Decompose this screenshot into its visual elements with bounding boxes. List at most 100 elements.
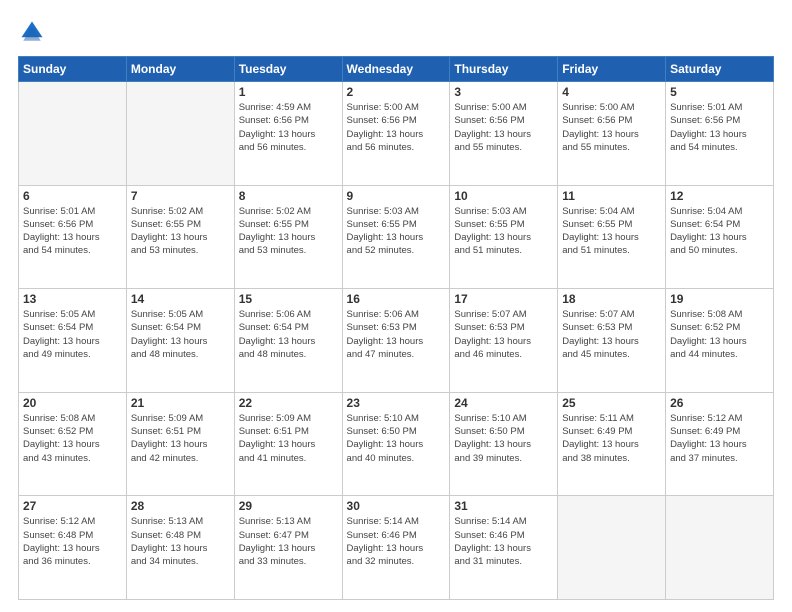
day-cell: 28Sunrise: 5:13 AM Sunset: 6:48 PM Dayli… bbox=[126, 496, 234, 600]
day-cell: 26Sunrise: 5:12 AM Sunset: 6:49 PM Dayli… bbox=[666, 392, 774, 496]
day-cell: 15 Sunrise: 5:06 AM Sunset: 6:54 PM Dayli… bbox=[234, 289, 342, 393]
day-cell: 13 Sunrise: 5:05 AM Sunset: 6:54 PM Dayli… bbox=[19, 289, 127, 393]
day-info: Sunrise: 5:14 AM Sunset: 6:46 PM Dayligh… bbox=[454, 515, 553, 568]
day-number: 17 bbox=[454, 292, 553, 306]
day-info: Sunrise: 5:04 AM Sunset: 6:55 PM Dayligh… bbox=[562, 205, 661, 258]
day-number: 10 bbox=[454, 189, 553, 203]
day-info: Sunrise: 5:04 AM Sunset: 6:54 PM Dayligh… bbox=[670, 205, 769, 258]
day-info: Sunrise: 5:00 AM Sunset: 6:56 PM Dayligh… bbox=[454, 101, 553, 154]
day-number: 23 bbox=[347, 396, 446, 410]
day-cell: 12 Sunrise: 5:04 AM Sunset: 6:54 PM Dayli… bbox=[666, 185, 774, 289]
day-number: 6 bbox=[23, 189, 122, 203]
day-cell: 4Sunrise: 5:00 AM Sunset: 6:56 PM Daylig… bbox=[558, 82, 666, 186]
logo bbox=[18, 18, 50, 46]
calendar-body: 1 Sunrise: 4:59 AM Sunset: 6:56 PM Daylig… bbox=[19, 82, 774, 600]
day-number: 12 bbox=[670, 189, 769, 203]
day-cell: 10Sunrise: 5:03 AM Sunset: 6:55 PM Dayli… bbox=[450, 185, 558, 289]
week-row-4: 20 Sunrise: 5:08 AM Sunset: 6:52 PM Dayli… bbox=[19, 392, 774, 496]
day-info: Sunrise: 5:06 AM Sunset: 6:54 PM Dayligh… bbox=[239, 308, 338, 361]
day-number: 11 bbox=[562, 189, 661, 203]
day-number: 14 bbox=[131, 292, 230, 306]
day-number: 28 bbox=[131, 499, 230, 513]
week-row-1: 1 Sunrise: 4:59 AM Sunset: 6:56 PM Daylig… bbox=[19, 82, 774, 186]
day-cell: 14 Sunrise: 5:05 AM Sunset: 6:54 PM Dayli… bbox=[126, 289, 234, 393]
day-cell: 23 Sunrise: 5:10 AM Sunset: 6:50 PM Dayli… bbox=[342, 392, 450, 496]
day-number: 27 bbox=[23, 499, 122, 513]
day-cell: 25 Sunrise: 5:11 AM Sunset: 6:49 PM Dayli… bbox=[558, 392, 666, 496]
day-number: 25 bbox=[562, 396, 661, 410]
page: SundayMondayTuesdayWednesdayThursdayFrid… bbox=[0, 0, 792, 612]
day-cell bbox=[558, 496, 666, 600]
day-number: 24 bbox=[454, 396, 553, 410]
day-number: 20 bbox=[23, 396, 122, 410]
day-info: Sunrise: 5:00 AM Sunset: 6:56 PM Dayligh… bbox=[347, 101, 446, 154]
day-number: 3 bbox=[454, 85, 553, 99]
day-number: 4 bbox=[562, 85, 661, 99]
day-cell: 17 Sunrise: 5:07 AM Sunset: 6:53 PM Dayli… bbox=[450, 289, 558, 393]
day-cell: 21 Sunrise: 5:09 AM Sunset: 6:51 PM Dayli… bbox=[126, 392, 234, 496]
day-cell: 18 Sunrise: 5:07 AM Sunset: 6:53 PM Dayli… bbox=[558, 289, 666, 393]
day-number: 13 bbox=[23, 292, 122, 306]
week-row-3: 13 Sunrise: 5:05 AM Sunset: 6:54 PM Dayli… bbox=[19, 289, 774, 393]
day-cell: 1 Sunrise: 4:59 AM Sunset: 6:56 PM Daylig… bbox=[234, 82, 342, 186]
day-info: Sunrise: 5:14 AM Sunset: 6:46 PM Dayligh… bbox=[347, 515, 446, 568]
day-number: 31 bbox=[454, 499, 553, 513]
day-number: 15 bbox=[239, 292, 338, 306]
day-header-saturday: Saturday bbox=[666, 57, 774, 82]
day-cell: 8Sunrise: 5:02 AM Sunset: 6:55 PM Daylig… bbox=[234, 185, 342, 289]
day-info: Sunrise: 5:01 AM Sunset: 6:56 PM Dayligh… bbox=[670, 101, 769, 154]
week-row-5: 27 Sunrise: 5:12 AM Sunset: 6:48 PM Dayli… bbox=[19, 496, 774, 600]
day-info: Sunrise: 5:07 AM Sunset: 6:53 PM Dayligh… bbox=[454, 308, 553, 361]
day-number: 2 bbox=[347, 85, 446, 99]
day-number: 21 bbox=[131, 396, 230, 410]
day-cell: 29 Sunrise: 5:13 AM Sunset: 6:47 PM Dayli… bbox=[234, 496, 342, 600]
day-cell: 9Sunrise: 5:03 AM Sunset: 6:55 PM Daylig… bbox=[342, 185, 450, 289]
day-cell bbox=[19, 82, 127, 186]
day-info: Sunrise: 5:10 AM Sunset: 6:50 PM Dayligh… bbox=[454, 412, 553, 465]
day-cell: 6 Sunrise: 5:01 AM Sunset: 6:56 PM Daylig… bbox=[19, 185, 127, 289]
day-cell bbox=[666, 496, 774, 600]
day-cell: 22 Sunrise: 5:09 AM Sunset: 6:51 PM Dayli… bbox=[234, 392, 342, 496]
calendar-header: SundayMondayTuesdayWednesdayThursdayFrid… bbox=[19, 57, 774, 82]
day-header-thursday: Thursday bbox=[450, 57, 558, 82]
day-cell: 5 Sunrise: 5:01 AM Sunset: 6:56 PM Daylig… bbox=[666, 82, 774, 186]
day-cell: 20 Sunrise: 5:08 AM Sunset: 6:52 PM Dayli… bbox=[19, 392, 127, 496]
day-header-friday: Friday bbox=[558, 57, 666, 82]
day-cell: 16 Sunrise: 5:06 AM Sunset: 6:53 PM Dayli… bbox=[342, 289, 450, 393]
day-info: Sunrise: 4:59 AM Sunset: 6:56 PM Dayligh… bbox=[239, 101, 338, 154]
day-cell: 27 Sunrise: 5:12 AM Sunset: 6:48 PM Dayli… bbox=[19, 496, 127, 600]
day-info: Sunrise: 5:09 AM Sunset: 6:51 PM Dayligh… bbox=[131, 412, 230, 465]
day-info: Sunrise: 5:08 AM Sunset: 6:52 PM Dayligh… bbox=[23, 412, 122, 465]
header bbox=[18, 18, 774, 46]
day-header-tuesday: Tuesday bbox=[234, 57, 342, 82]
day-info: Sunrise: 5:10 AM Sunset: 6:50 PM Dayligh… bbox=[347, 412, 446, 465]
day-info: Sunrise: 5:09 AM Sunset: 6:51 PM Dayligh… bbox=[239, 412, 338, 465]
header-row: SundayMondayTuesdayWednesdayThursdayFrid… bbox=[19, 57, 774, 82]
day-info: Sunrise: 5:01 AM Sunset: 6:56 PM Dayligh… bbox=[23, 205, 122, 258]
day-number: 30 bbox=[347, 499, 446, 513]
day-cell: 30 Sunrise: 5:14 AM Sunset: 6:46 PM Dayli… bbox=[342, 496, 450, 600]
day-header-sunday: Sunday bbox=[19, 57, 127, 82]
day-header-wednesday: Wednesday bbox=[342, 57, 450, 82]
day-info: Sunrise: 5:11 AM Sunset: 6:49 PM Dayligh… bbox=[562, 412, 661, 465]
day-cell bbox=[126, 82, 234, 186]
logo-icon bbox=[18, 18, 46, 46]
day-cell: 19Sunrise: 5:08 AM Sunset: 6:52 PM Dayli… bbox=[666, 289, 774, 393]
day-info: Sunrise: 5:12 AM Sunset: 6:48 PM Dayligh… bbox=[23, 515, 122, 568]
day-info: Sunrise: 5:05 AM Sunset: 6:54 PM Dayligh… bbox=[131, 308, 230, 361]
day-cell: 7 Sunrise: 5:02 AM Sunset: 6:55 PM Daylig… bbox=[126, 185, 234, 289]
day-info: Sunrise: 5:05 AM Sunset: 6:54 PM Dayligh… bbox=[23, 308, 122, 361]
day-number: 18 bbox=[562, 292, 661, 306]
day-number: 5 bbox=[670, 85, 769, 99]
day-info: Sunrise: 5:02 AM Sunset: 6:55 PM Dayligh… bbox=[131, 205, 230, 258]
day-number: 7 bbox=[131, 189, 230, 203]
day-info: Sunrise: 5:03 AM Sunset: 6:55 PM Dayligh… bbox=[347, 205, 446, 258]
day-number: 16 bbox=[347, 292, 446, 306]
day-info: Sunrise: 5:13 AM Sunset: 6:47 PM Dayligh… bbox=[239, 515, 338, 568]
day-info: Sunrise: 5:07 AM Sunset: 6:53 PM Dayligh… bbox=[562, 308, 661, 361]
day-info: Sunrise: 5:06 AM Sunset: 6:53 PM Dayligh… bbox=[347, 308, 446, 361]
day-number: 22 bbox=[239, 396, 338, 410]
day-number: 1 bbox=[239, 85, 338, 99]
day-number: 29 bbox=[239, 499, 338, 513]
day-number: 8 bbox=[239, 189, 338, 203]
